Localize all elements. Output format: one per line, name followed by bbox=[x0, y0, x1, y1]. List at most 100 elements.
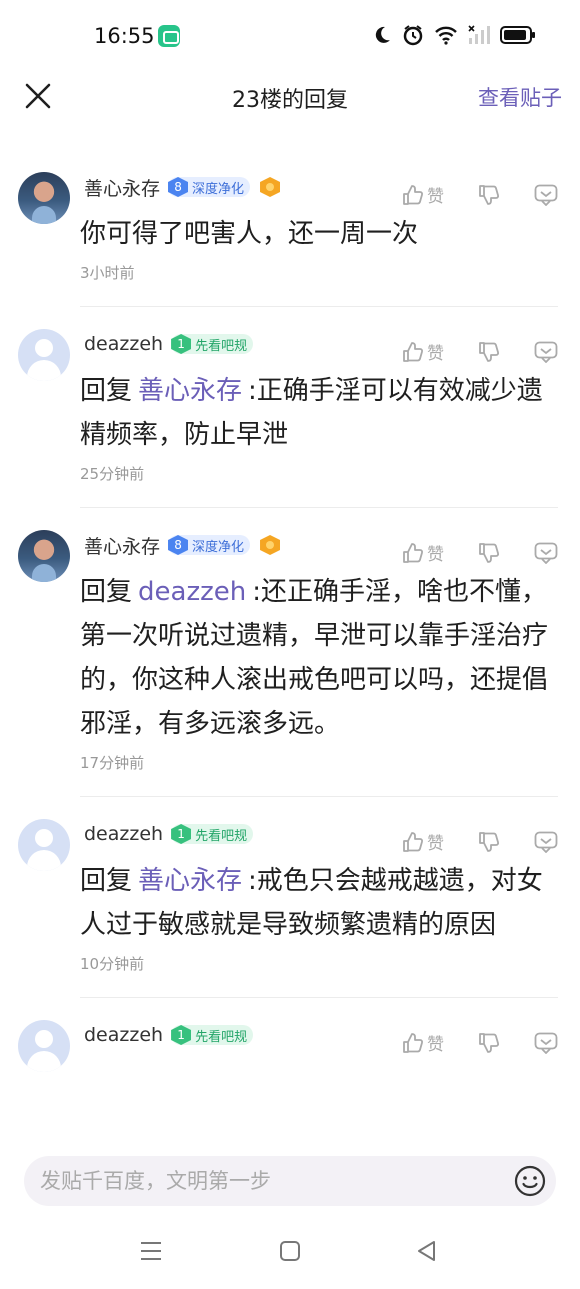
like-button[interactable]: 赞 bbox=[402, 182, 448, 207]
level-badge[interactable]: 1 先看吧规 bbox=[171, 824, 254, 844]
comment-text: 回复 deazzeh:还正确手淫，啥也不懂，第一次听说过遗精，早泄可以靠手淫治疗的… bbox=[80, 570, 558, 746]
level-title: 深度净化 bbox=[192, 539, 245, 555]
comment-item: deazzeh 1 先看吧规 赞 bbox=[0, 998, 580, 1072]
thumbs-up-icon bbox=[403, 831, 424, 852]
avatar[interactable] bbox=[18, 819, 70, 871]
view-post-link[interactable]: 查看贴子 bbox=[478, 82, 562, 112]
wifi-icon bbox=[435, 26, 457, 45]
comment-time: 3小时前 bbox=[80, 264, 135, 282]
level-number: 8 bbox=[168, 535, 189, 555]
avatar[interactable] bbox=[18, 530, 70, 582]
comment-actions: 赞 bbox=[402, 1030, 558, 1055]
username[interactable]: 善心永存 bbox=[84, 174, 160, 201]
dislike-button[interactable] bbox=[478, 542, 500, 564]
level-title: 先看吧规 bbox=[195, 828, 248, 844]
like-button[interactable]: 赞 bbox=[402, 339, 448, 364]
username[interactable]: deazzeh bbox=[84, 1024, 163, 1046]
comment-item: 善心永存 8 深度净化 赞 回复 deazzeh:还正确手淫，啥也不懂，第一次听说过… bbox=[0, 508, 580, 797]
reply-list[interactable]: 善心永存 8 深度净化 赞 你可得了吧害人，还一周一次 3小时前 deazzeh … bbox=[0, 150, 580, 1146]
reply-input[interactable] bbox=[40, 1156, 500, 1206]
avatar[interactable] bbox=[18, 1020, 70, 1072]
comment-item: 善心永存 8 深度净化 赞 你可得了吧害人，还一周一次 3小时前 bbox=[0, 150, 580, 307]
like-label: 赞 bbox=[427, 344, 444, 364]
comment-more-icon bbox=[534, 831, 558, 853]
system-nav-bar bbox=[0, 1216, 580, 1289]
comment-more-icon bbox=[534, 542, 558, 564]
comment-time: 25分钟前 bbox=[80, 465, 145, 483]
back-icon[interactable] bbox=[414, 1238, 440, 1264]
mention-link[interactable]: deazzeh bbox=[138, 577, 246, 607]
thumbs-down-icon bbox=[479, 1032, 500, 1053]
level-badge[interactable]: 1 先看吧规 bbox=[171, 334, 254, 354]
mention-link[interactable]: 善心永存 bbox=[138, 376, 242, 406]
more-button[interactable] bbox=[534, 341, 558, 363]
reply-input-container[interactable] bbox=[24, 1156, 556, 1206]
thumbs-up-icon bbox=[403, 341, 424, 362]
dislike-button[interactable] bbox=[478, 1032, 500, 1054]
comment-body: 你可得了吧害人，还一周一次 bbox=[80, 219, 419, 249]
like-button[interactable]: 赞 bbox=[402, 829, 448, 854]
dislike-button[interactable] bbox=[478, 341, 500, 363]
comment-actions: 赞 bbox=[402, 829, 558, 854]
reply-prefix: 回复 bbox=[80, 577, 133, 607]
level-badge[interactable]: 8 深度净化 bbox=[168, 177, 251, 197]
avatar[interactable] bbox=[18, 329, 70, 381]
alarm-icon bbox=[403, 25, 423, 46]
like-button[interactable]: 赞 bbox=[402, 540, 448, 565]
thumbs-down-icon bbox=[479, 831, 500, 852]
mention-link[interactable]: 善心永存 bbox=[138, 866, 242, 896]
level-badge[interactable]: 8 深度净化 bbox=[168, 535, 251, 555]
comment-text: 回复 善心永存:戒色只会越戒越遗，对女人过于敏感就是导致频繁遗精的原因 bbox=[80, 859, 558, 947]
medal-icon[interactable] bbox=[260, 535, 281, 555]
username[interactable]: deazzeh bbox=[84, 333, 163, 355]
like-button[interactable]: 赞 bbox=[402, 1030, 448, 1055]
thumbs-up-icon bbox=[403, 542, 424, 563]
like-label: 赞 bbox=[427, 187, 444, 207]
level-number: 1 bbox=[171, 1025, 192, 1045]
menu-icon[interactable] bbox=[138, 1238, 164, 1264]
comment-actions: 赞 bbox=[402, 339, 558, 364]
level-number: 1 bbox=[171, 334, 192, 354]
reply-prefix: 回复 bbox=[80, 866, 133, 896]
app-notification-icon bbox=[158, 25, 180, 47]
medal-icon[interactable] bbox=[260, 177, 281, 197]
status-time: 16:55 bbox=[94, 24, 155, 48]
level-badge[interactable]: 1 先看吧规 bbox=[171, 1025, 254, 1045]
dislike-button[interactable] bbox=[478, 831, 500, 853]
comment-more-icon bbox=[534, 341, 558, 363]
comment-item: deazzeh 1 先看吧规 赞 回复 善心永存:正确手淫可以有效减少遗精频率，防止… bbox=[0, 307, 580, 508]
signal-icon bbox=[468, 25, 490, 44]
battery-icon bbox=[500, 26, 535, 44]
status-bar: 16:55 bbox=[0, 0, 580, 70]
comment-text: 你可得了吧害人，还一周一次 bbox=[80, 212, 558, 256]
more-button[interactable] bbox=[534, 184, 558, 206]
thumbs-down-icon bbox=[479, 542, 500, 563]
comment-more-icon bbox=[534, 184, 558, 206]
more-button[interactable] bbox=[534, 831, 558, 853]
thumbs-down-icon bbox=[479, 341, 500, 362]
emoji-icon[interactable] bbox=[514, 1165, 546, 1197]
thumbs-up-icon bbox=[403, 1032, 424, 1053]
status-icons bbox=[372, 24, 536, 46]
moon-icon bbox=[375, 26, 390, 43]
reply-prefix: 回复 bbox=[80, 376, 133, 406]
level-title: 先看吧规 bbox=[195, 1029, 248, 1045]
username[interactable]: deazzeh bbox=[84, 823, 163, 845]
dislike-button[interactable] bbox=[478, 184, 500, 206]
comment-item: deazzeh 1 先看吧规 赞 回复 善心永存:戒色只会越戒越遗，对女人过于敏感就… bbox=[0, 797, 580, 998]
level-title: 深度净化 bbox=[192, 181, 245, 197]
comment-text: 回复 善心永存:正确手淫可以有效减少遗精频率，防止早泄 bbox=[80, 369, 558, 457]
comment-more-icon bbox=[534, 1032, 558, 1054]
home-icon[interactable] bbox=[277, 1238, 303, 1264]
username[interactable]: 善心永存 bbox=[84, 532, 160, 559]
more-button[interactable] bbox=[534, 1032, 558, 1054]
level-title: 先看吧规 bbox=[195, 338, 248, 354]
reply-input-bar bbox=[0, 1146, 580, 1216]
like-label: 赞 bbox=[427, 834, 444, 854]
avatar[interactable] bbox=[18, 172, 70, 224]
level-number: 1 bbox=[171, 824, 192, 844]
comment-actions: 赞 bbox=[402, 182, 558, 207]
like-label: 赞 bbox=[427, 1035, 444, 1055]
more-button[interactable] bbox=[534, 542, 558, 564]
comment-time: 10分钟前 bbox=[80, 955, 145, 973]
